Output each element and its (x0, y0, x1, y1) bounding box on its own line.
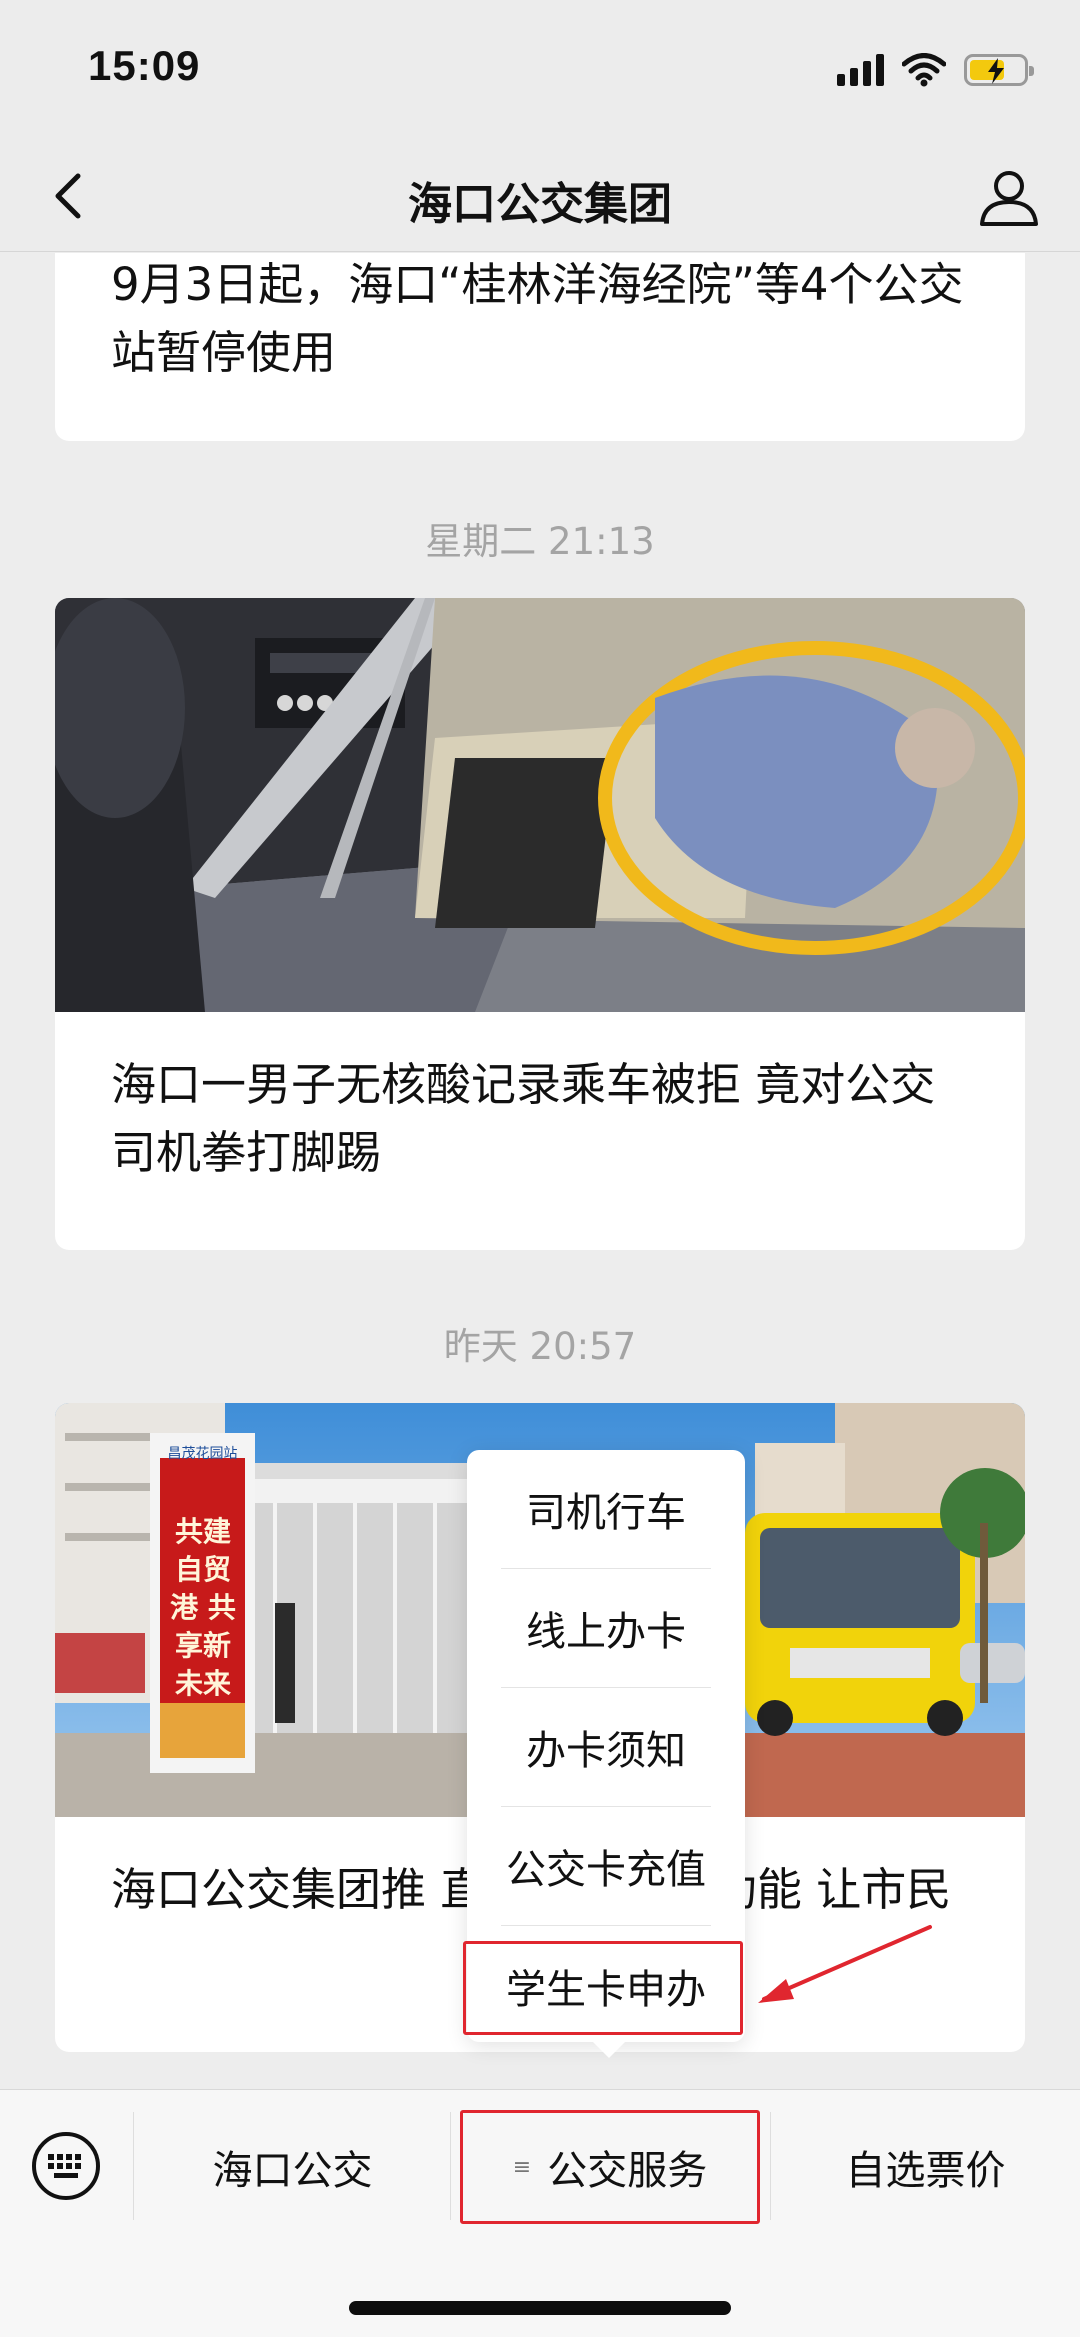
signal-icon (837, 54, 884, 86)
message-timestamp: 星期二 21:13 (425, 520, 655, 563)
article-card[interactable]: 9月3日起，海口“桂林洋海经院”等4个公交站暂停使用 (55, 253, 1025, 441)
profile-icon[interactable] (974, 162, 1044, 232)
menu-item-card-notice[interactable]: 办卡须知 (501, 1688, 711, 1807)
student-card-highlight (463, 1941, 743, 2035)
keyboard-icon[interactable] (30, 2130, 102, 2202)
article-title: 海口一男子无核酸记录乘车被拒 竟对公交司机拳打脚踢 (111, 1058, 936, 1179)
menu-lines-icon: ≡ (512, 2154, 532, 2180)
status-icons (837, 48, 1034, 92)
home-indicator (349, 2301, 731, 2315)
red-arrow-annotation (758, 1925, 932, 2003)
message-timestamp: 昨天 20:57 (443, 1325, 637, 1368)
menu-item-card-recharge[interactable]: 公交卡充值 (501, 1807, 711, 1926)
status-time: 15:09 (88, 42, 201, 89)
article-card[interactable]: 海口一男子无核酸记录乘车被拒 竟对公交司机拳打脚踢 (55, 598, 1025, 1250)
divider (133, 2112, 134, 2220)
menu-item-driver-driving[interactable]: 司机行车 (501, 1450, 711, 1569)
nav-bar: 海口公交集团 (0, 140, 1080, 252)
menu-item-online-card[interactable]: 线上办卡 (501, 1569, 711, 1688)
article-cover-image (55, 598, 1025, 1012)
tab-fare-select[interactable]: 自选票价 (771, 2110, 1080, 2224)
bottom-menu-bar: 海口公交 ≡ 公交服务 自选票价 (0, 2089, 1080, 2337)
wifi-icon (902, 53, 946, 87)
page-title: 海口公交集团 (408, 179, 672, 230)
article-title: 9月3日起，海口“桂林洋海经院”等4个公交站暂停使用 (111, 258, 964, 379)
poster-text: 共建自贸港 共享新未来 (170, 1515, 236, 1700)
tab-haikou-bus[interactable]: 海口公交 (135, 2110, 450, 2224)
stop-sign-text: 昌茂花园站 (167, 1446, 238, 1462)
popup-pointer (591, 2040, 627, 2058)
tab-bus-service[interactable]: ≡ 公交服务 (460, 2110, 760, 2224)
divider (450, 2112, 451, 2220)
status-bar: 15:09 (0, 0, 1080, 140)
battery-icon (964, 54, 1034, 86)
tab-bus-service-label: 公交服务 (547, 2148, 708, 2194)
